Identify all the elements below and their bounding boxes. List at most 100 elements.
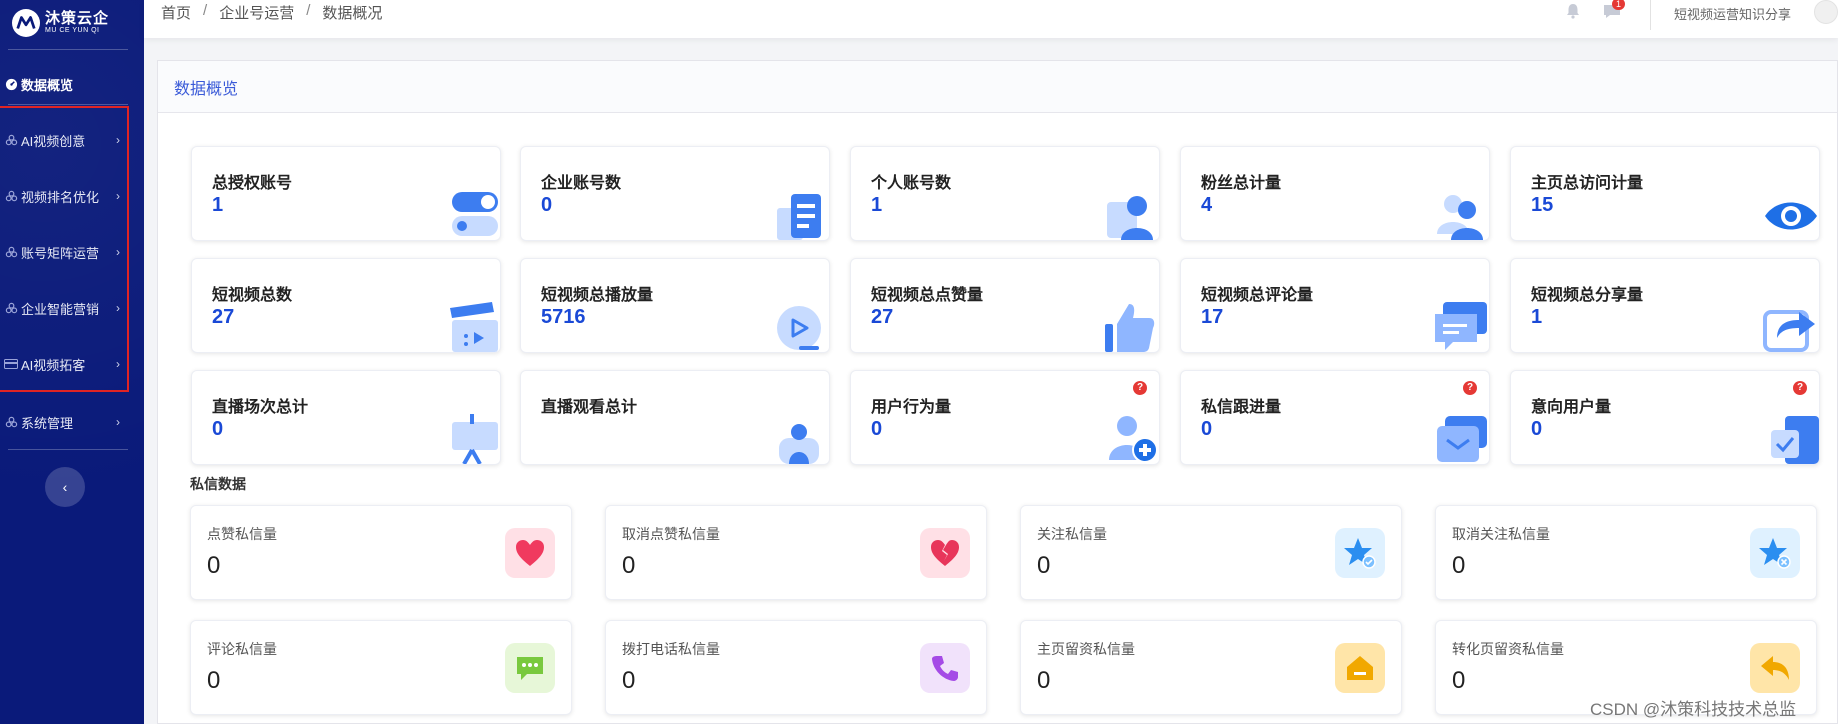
stat-value: 5716 xyxy=(541,306,586,328)
add-user-icon xyxy=(1109,416,1158,463)
avatar[interactable] xyxy=(1814,0,1838,24)
dm-card-unlikes: 取消点赞私信量 0 xyxy=(605,505,987,600)
dm-value: 0 xyxy=(207,667,221,694)
stat-card-video-likes: 短视频总点赞量 27 xyxy=(850,258,1160,353)
home-icon xyxy=(1335,643,1385,693)
stat-card-video-count: 短视频总数 27 xyxy=(191,258,501,353)
stat-value: 27 xyxy=(212,306,235,328)
help-icon[interactable]: ? xyxy=(1793,381,1807,395)
dm-value: 0 xyxy=(622,667,636,694)
stat-label: 短视频总评论量 xyxy=(1201,287,1314,304)
topbar-divider xyxy=(1650,0,1651,30)
grid-icon xyxy=(4,415,18,429)
dm-card-unfollows: 取消关注私信量 0 xyxy=(1435,505,1817,600)
brand-name: 沐策云企 xyxy=(45,10,110,27)
stat-label: 短视频总播放量 xyxy=(541,287,654,304)
stat-label: 个人账号数 xyxy=(871,175,952,192)
brand-name-en: MU CE YUN QI xyxy=(45,27,100,34)
dm-value: 0 xyxy=(207,552,221,579)
sidebar-collapse-button[interactable]: ‹ xyxy=(45,467,85,507)
logo-mark-icon xyxy=(12,9,40,37)
eye-icon xyxy=(1765,202,1817,230)
sidebar: 沐策云企 MU CE YUN QI 数据概览 AI视频创意 › 视频排名优化 ›… xyxy=(0,0,144,724)
dm-label: 主页留资私信量 xyxy=(1037,641,1135,657)
breadcrumb-current: 数据概况 xyxy=(322,5,383,22)
users-icon xyxy=(1437,195,1483,240)
document-icon xyxy=(777,194,821,240)
stat-label: 主页总访问计量 xyxy=(1531,175,1644,192)
help-icon[interactable]: ? xyxy=(1463,381,1477,395)
dm-value: 0 xyxy=(1037,667,1051,694)
dm-value: 0 xyxy=(1452,667,1466,694)
sidebar-item-system-settings[interactable]: 系统管理 › xyxy=(0,402,128,442)
stat-card-video-shares: 短视频总分享量 1 xyxy=(1510,258,1820,353)
breadcrumb-separator: / xyxy=(203,2,208,19)
stat-value: 27 xyxy=(871,306,894,328)
dm-label: 评论私信量 xyxy=(207,641,277,657)
stat-card-personal-accounts: 个人账号数 1 xyxy=(850,146,1160,241)
stat-value: 1 xyxy=(212,194,224,216)
stat-card-video-comments: 短视频总评论量 17 xyxy=(1180,258,1490,353)
bell-icon[interactable] xyxy=(1564,2,1582,20)
help-icon[interactable]: ? xyxy=(1133,381,1147,395)
checkbox-icon xyxy=(1771,416,1819,464)
stat-value: 1 xyxy=(871,194,883,216)
stat-label: 总授权账号 xyxy=(212,175,293,192)
dm-label: 取消点赞私信量 xyxy=(622,526,720,542)
star-cancel-icon xyxy=(1750,528,1800,578)
stat-card-live-viewers: 直播观看总计 xyxy=(520,370,830,465)
topbar: 首页 / 企业号运营 / 数据概况 1 短视频运营知识分享 xyxy=(144,0,1838,38)
stat-value: 0 xyxy=(541,194,553,216)
star-check-icon xyxy=(1335,528,1385,578)
stat-label: 私信跟进量 xyxy=(1201,399,1282,416)
viewer-icon xyxy=(779,424,819,464)
highlight-box xyxy=(0,106,129,392)
sidebar-item-label: 系统管理 xyxy=(21,415,74,431)
stat-value: 4 xyxy=(1201,194,1213,216)
stat-label: 直播观看总计 xyxy=(541,399,638,416)
stat-card-homepage-visits: 主页总访问计量 15 xyxy=(1510,146,1820,241)
watermark: CSDN @沐策科技技术总监 xyxy=(1590,700,1797,719)
sidebar-divider xyxy=(8,104,128,105)
heart-icon xyxy=(505,528,555,578)
chat-icon xyxy=(505,643,555,693)
sidebar-item-data-overview[interactable]: 数据概览 xyxy=(0,64,128,104)
breadcrumb-home[interactable]: 首页 xyxy=(161,2,191,23)
easel-icon xyxy=(452,414,498,464)
stat-label: 短视频总数 xyxy=(212,287,293,304)
back-arrow-icon xyxy=(1750,643,1800,693)
thumbs-up-icon xyxy=(1105,304,1155,352)
stat-card-intent-users: 意向用户量 0 ? xyxy=(1510,370,1820,465)
dm-label: 拨打电话私信量 xyxy=(622,641,720,657)
private-messages-title: 私信数据 xyxy=(190,476,246,492)
stat-label: 企业账号数 xyxy=(541,175,622,192)
stat-card-live-sessions: 直播场次总计 0 xyxy=(191,370,501,465)
logo: 沐策云企 MU CE YUN QI xyxy=(12,6,109,40)
mail-icon xyxy=(1437,416,1487,462)
stat-card-enterprise-accounts: 企业账号数 0 xyxy=(520,146,830,241)
stat-value: 0 xyxy=(871,418,883,440)
phone-icon xyxy=(920,643,970,693)
stat-value: 0 xyxy=(1201,418,1213,440)
dm-card-homepage-leads: 主页留资私信量 0 xyxy=(1020,620,1402,715)
message-badge: 1 xyxy=(1612,0,1626,10)
stat-label: 短视频总分享量 xyxy=(1531,287,1644,304)
dm-card-follows: 关注私信量 0 xyxy=(1020,505,1402,600)
breadcrumb: 首页 / 企业号运营 / 数据概况 xyxy=(161,2,394,23)
stat-value: 17 xyxy=(1201,306,1224,328)
dm-label: 取消关注私信量 xyxy=(1452,526,1550,542)
breadcrumb-enterprise-ops[interactable]: 企业号运营 xyxy=(219,2,294,23)
stat-card-dm-followups: 私信跟进量 0 ? xyxy=(1180,370,1490,465)
sidebar-divider xyxy=(8,449,128,450)
dashboard-icon xyxy=(4,77,18,91)
chevron-right-icon: › xyxy=(116,415,120,429)
dm-value: 0 xyxy=(622,552,636,579)
stat-card-video-plays: 短视频总播放量 5716 xyxy=(520,258,830,353)
stat-label: 用户行为量 xyxy=(871,399,952,416)
stat-card-authorized-accounts: 总授权账号 1 xyxy=(191,146,501,241)
user-name[interactable]: 短视频运营知识分享 xyxy=(1674,4,1791,23)
sidebar-item-label: 数据概览 xyxy=(21,77,74,93)
stat-label: 直播场次总计 xyxy=(212,399,309,416)
dm-label: 转化页留资私信量 xyxy=(1452,641,1564,657)
share-icon xyxy=(1763,310,1815,352)
